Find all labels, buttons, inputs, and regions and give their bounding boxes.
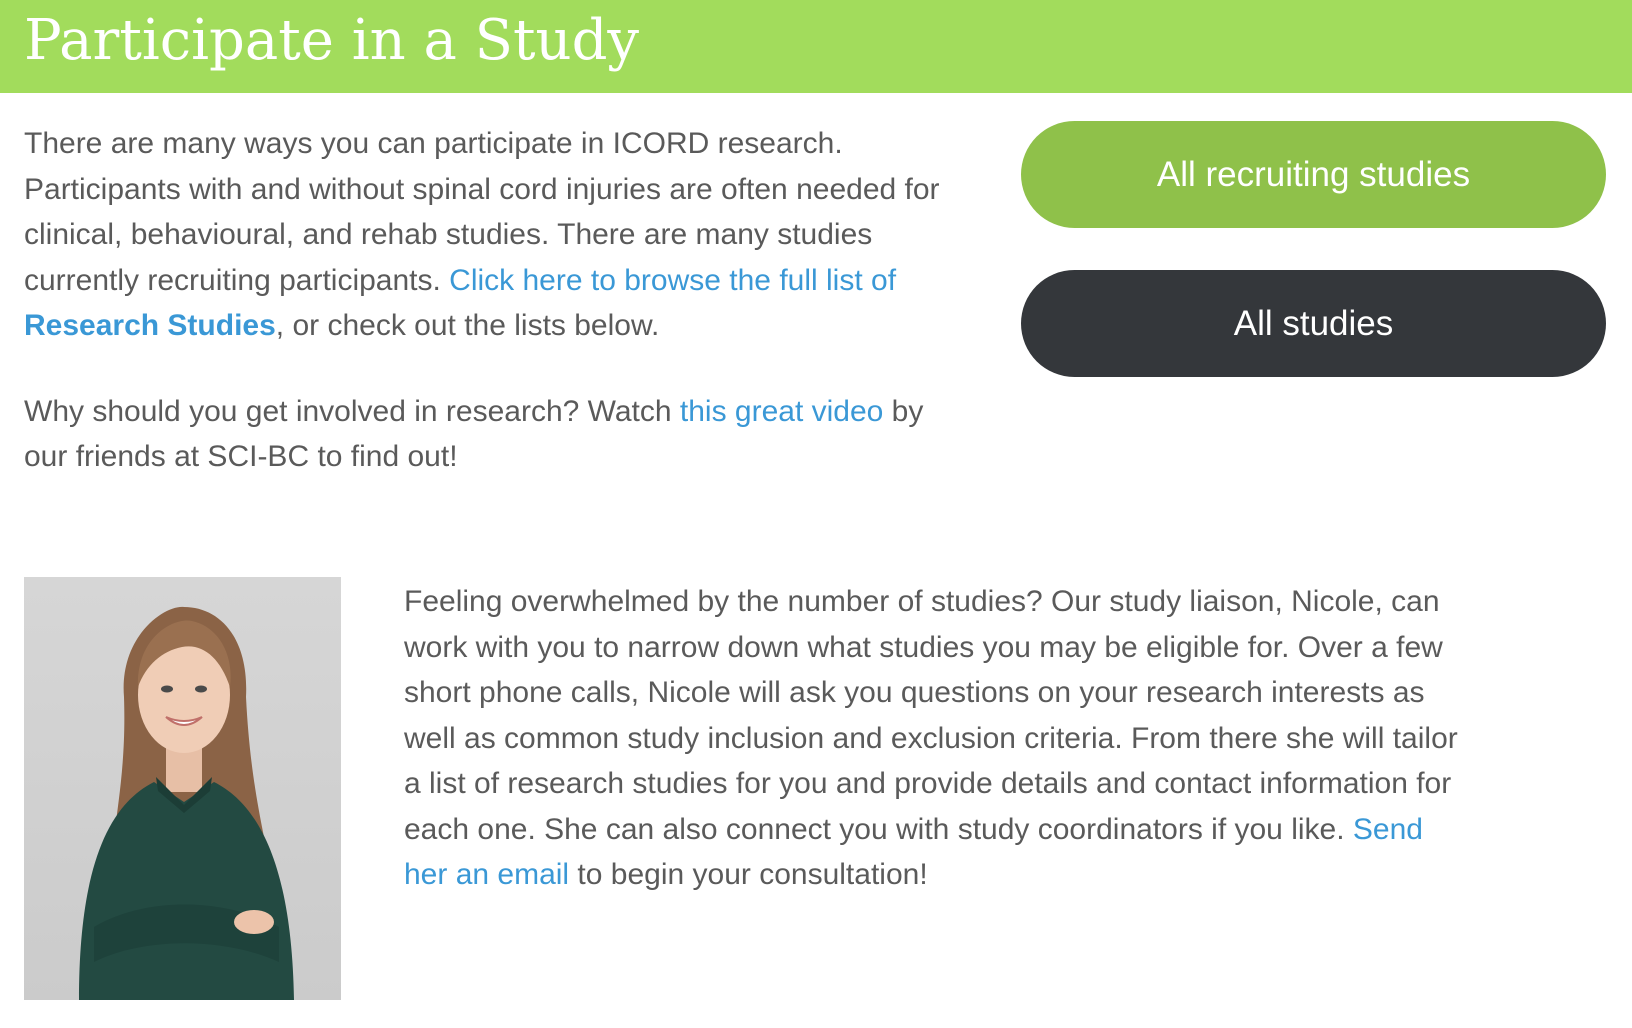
consultation-paragraph: Feeling overwhelmed by the number of stu…: [404, 579, 1474, 898]
intro-paragraph: There are many ways you can participate …: [24, 121, 974, 349]
intro-section: There are many ways you can participate …: [24, 121, 974, 480]
all-studies-button[interactable]: All studies: [1021, 270, 1606, 377]
portrait-illustration: [79, 606, 294, 1000]
consultation-text: Feeling overwhelmed by the number of stu…: [404, 585, 1458, 846]
page-header-banner: Participate in a Study: [0, 0, 1632, 93]
page-title: Participate in a Study: [24, 8, 640, 73]
all-recruiting-studies-button[interactable]: All recruiting studies: [1021, 121, 1606, 228]
video-paragraph: Why should you get involved in research?…: [24, 389, 974, 480]
consultation-text-end: to begin your consultation!: [569, 858, 928, 891]
study-liaison-photo: [24, 577, 341, 1000]
video-link[interactable]: this great video: [680, 395, 883, 428]
intro-text-end: , or check out the lists below.: [275, 309, 660, 342]
video-text: Why should you get involved in research?…: [24, 394, 680, 428]
